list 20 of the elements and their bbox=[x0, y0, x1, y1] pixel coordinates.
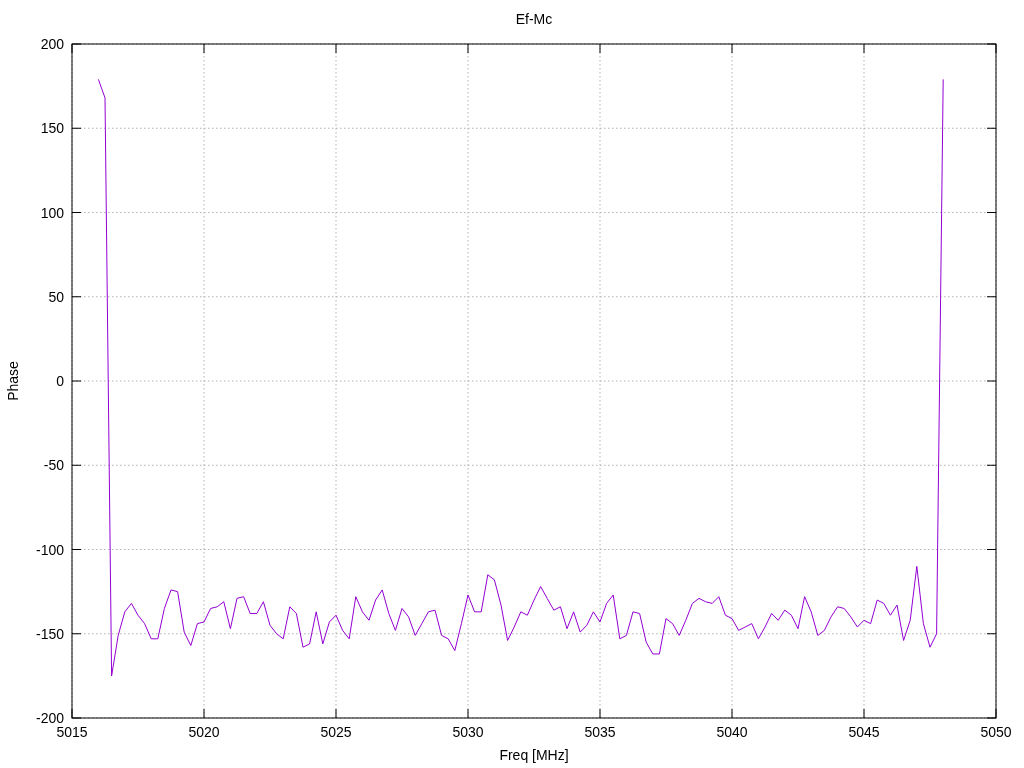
x-tick-label: 5040 bbox=[716, 724, 748, 740]
y-tick-label: 0 bbox=[56, 373, 64, 389]
y-tick-label: 100 bbox=[40, 204, 64, 221]
y-tick-label: -100 bbox=[35, 541, 64, 558]
chart-title: Ef-Mc bbox=[515, 11, 553, 27]
y-tick-label: -150 bbox=[35, 625, 64, 642]
y-tick-label: 200 bbox=[40, 36, 64, 52]
x-axis-label: Freq [MHz] bbox=[499, 747, 569, 763]
y-tick-label: 50 bbox=[48, 288, 64, 305]
y-tick-label: 150 bbox=[40, 120, 64, 137]
x-tick-label: 5015 bbox=[56, 724, 88, 740]
x-tick-label: 5020 bbox=[188, 724, 220, 740]
x-tick-label: 5025 bbox=[320, 724, 352, 740]
x-tick-label: 5050 bbox=[980, 724, 1012, 740]
y-tick-label: -50 bbox=[43, 457, 64, 474]
x-tick-label: 5035 bbox=[584, 724, 616, 740]
x-tick-label: 5045 bbox=[848, 724, 880, 740]
x-tick-label: 5030 bbox=[452, 724, 484, 740]
y-tick-label: -200 bbox=[35, 710, 64, 726]
y-axis-label: Phase bbox=[5, 361, 21, 401]
